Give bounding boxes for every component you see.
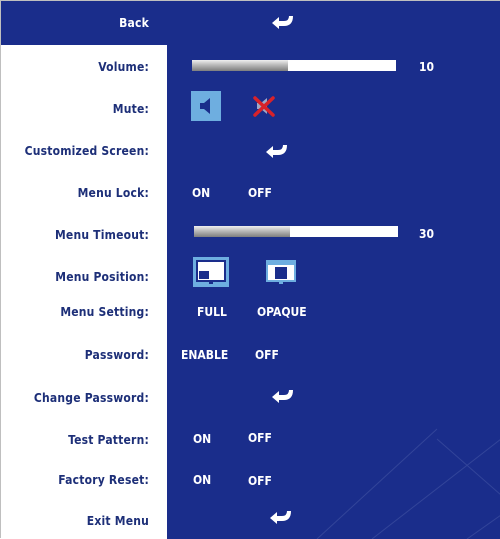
enter-arrow-icon[interactable] [269, 387, 295, 405]
test-pattern-on-option[interactable]: ON [193, 432, 211, 446]
volume-slider-fill [192, 60, 288, 71]
menu-timeout-label: Menu Timeout: [54, 228, 149, 242]
change-password-label: Change Password: [33, 391, 149, 405]
speaker-muted-icon[interactable] [249, 91, 279, 121]
enter-arrow-icon[interactable] [267, 508, 293, 526]
volume-label: Volume: [98, 60, 149, 74]
factory-reset-off-option[interactable]: OFF [248, 474, 272, 488]
menu-labels-column [1, 45, 167, 539]
password-enable-option[interactable]: ENABLE [181, 348, 228, 362]
mute-label: Mute: [112, 102, 149, 116]
menu-position-bottom-icon[interactable] [193, 257, 229, 287]
password-off-option[interactable]: OFF [255, 348, 279, 362]
menu-position-top-icon[interactable] [263, 257, 299, 287]
customized-screen-label: Customized Screen: [24, 144, 149, 158]
volume-value: 10 [419, 60, 435, 74]
menu-setting-label: Menu Setting: [60, 305, 149, 319]
speaker-icon[interactable] [191, 91, 221, 121]
menu-timeout-slider-fill [194, 226, 290, 237]
menu-lock-label: Menu Lock: [77, 186, 149, 200]
back-label[interactable]: Back [119, 16, 149, 30]
enter-arrow-icon[interactable] [263, 142, 289, 160]
test-pattern-off-option[interactable]: OFF [248, 431, 272, 445]
exit-menu-label[interactable]: Exit Menu [87, 514, 149, 528]
menu-lock-off-option[interactable]: OFF [248, 186, 272, 200]
menu-header-bar [1, 1, 500, 45]
factory-reset-label: Factory Reset: [58, 473, 149, 487]
menu-lock-on-option[interactable]: ON [192, 186, 210, 200]
menu-timeout-slider[interactable] [193, 225, 399, 238]
menu-position-label: Menu Position: [55, 270, 149, 284]
projector-osd-menu: Back Volume: 10 Mute: Customized Screen:… [0, 0, 500, 539]
volume-slider[interactable] [191, 59, 397, 72]
test-pattern-label: Test Pattern: [68, 433, 149, 447]
factory-reset-on-option[interactable]: ON [193, 473, 211, 487]
menu-setting-opaque-option[interactable]: OPAQUE [257, 305, 307, 319]
enter-arrow-icon[interactable] [269, 13, 295, 31]
menu-setting-full-option[interactable]: FULL [197, 305, 227, 319]
password-label: Password: [84, 348, 149, 362]
menu-timeout-value: 30 [419, 227, 435, 241]
